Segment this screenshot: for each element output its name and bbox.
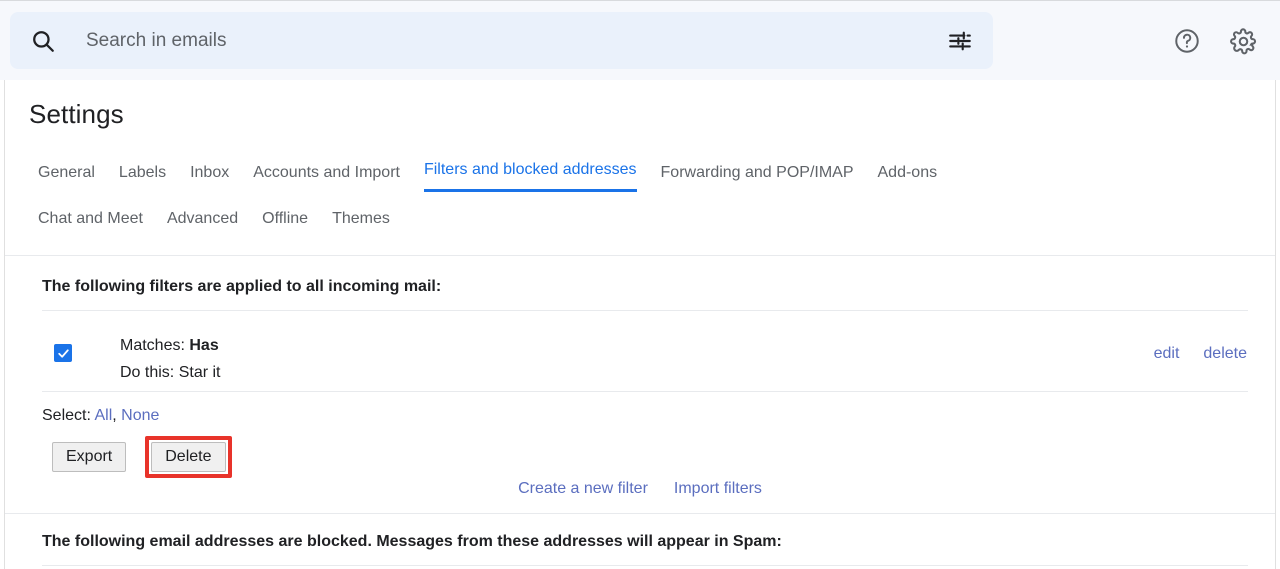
header-actions	[1173, 1, 1258, 81]
divider-below-blocked-heading	[42, 565, 1248, 566]
filter-footer-links: Create a new filter Import filters	[5, 480, 1275, 498]
create-new-filter-link[interactable]: Create a new filter	[518, 480, 648, 498]
gear-icon[interactable]	[1229, 27, 1258, 56]
import-filters-link[interactable]: Import filters	[674, 480, 762, 498]
delete-button-highlight: Delete	[145, 436, 232, 478]
tab-labels[interactable]: Labels	[119, 163, 166, 192]
filter-edit-link[interactable]: edit	[1154, 345, 1180, 363]
search-bar[interactable]	[10, 12, 993, 69]
tab-inbox[interactable]: Inbox	[190, 163, 229, 192]
settings-tabs: General Labels Inbox Accounts and Import…	[38, 160, 1248, 229]
filter-action-line: Do this: Star it	[120, 359, 221, 386]
filter-row-actions: edit delete	[1154, 345, 1247, 363]
tab-advanced[interactable]: Advanced	[167, 209, 238, 229]
filter-match-label: Matches:	[120, 337, 185, 354]
tab-forwarding-and-pop-imap[interactable]: Forwarding and POP/IMAP	[661, 163, 854, 192]
divider-below-filter-list	[42, 391, 1248, 392]
divider-above-filter-list	[42, 310, 1248, 311]
tab-row-primary: General Labels Inbox Accounts and Import…	[38, 160, 1248, 192]
select-label: Select:	[42, 407, 91, 424]
tab-row-secondary: Chat and Meet Advanced Offline Themes	[38, 209, 1248, 229]
help-circle-icon[interactable]	[1173, 27, 1201, 55]
search-icon[interactable]	[30, 28, 78, 54]
filter-match-value: Has	[189, 337, 219, 354]
checkmark-icon	[57, 348, 69, 358]
tab-filters-and-blocked-addresses[interactable]: Filters and blocked addresses	[423, 160, 637, 192]
tab-offline[interactable]: Offline	[262, 209, 308, 229]
divider-under-tabs	[5, 255, 1275, 256]
select-line: Select: All, None	[42, 407, 159, 425]
filter-bulk-actions: Export Delete	[52, 436, 232, 478]
filter-action-label: Do this:	[120, 364, 175, 381]
settings-panel: Settings General Labels Inbox Accounts a…	[4, 80, 1276, 569]
search-input[interactable]	[86, 29, 927, 52]
tab-chat-and-meet[interactable]: Chat and Meet	[38, 209, 143, 229]
filter-delete-link[interactable]: delete	[1203, 345, 1247, 363]
tab-themes[interactable]: Themes	[332, 209, 390, 229]
filter-row-checkbox[interactable]	[54, 344, 72, 362]
tune-filter-icon[interactable]	[927, 28, 993, 54]
filters-section-heading: The following filters are applied to all…	[42, 278, 442, 295]
filter-action-value: Star it	[178, 364, 221, 381]
tab-accounts-and-import[interactable]: Accounts and Import	[253, 163, 400, 192]
select-none-link[interactable]: None	[121, 407, 159, 424]
filter-row-description: Matches: Has Do this: Star it	[120, 332, 221, 386]
tab-add-ons[interactable]: Add-ons	[878, 163, 938, 192]
app-header	[0, 0, 1280, 80]
divider-above-blocked-section	[5, 513, 1275, 514]
page-title: Settings	[29, 99, 124, 129]
tab-general[interactable]: General	[38, 163, 95, 192]
select-all-link[interactable]: All	[94, 407, 112, 424]
delete-button[interactable]: Delete	[151, 442, 226, 472]
export-button[interactable]: Export	[52, 442, 127, 472]
filter-match-line: Matches: Has	[120, 332, 221, 359]
blocked-section-heading: The following email addresses are blocke…	[42, 533, 782, 550]
select-separator: ,	[112, 407, 117, 424]
